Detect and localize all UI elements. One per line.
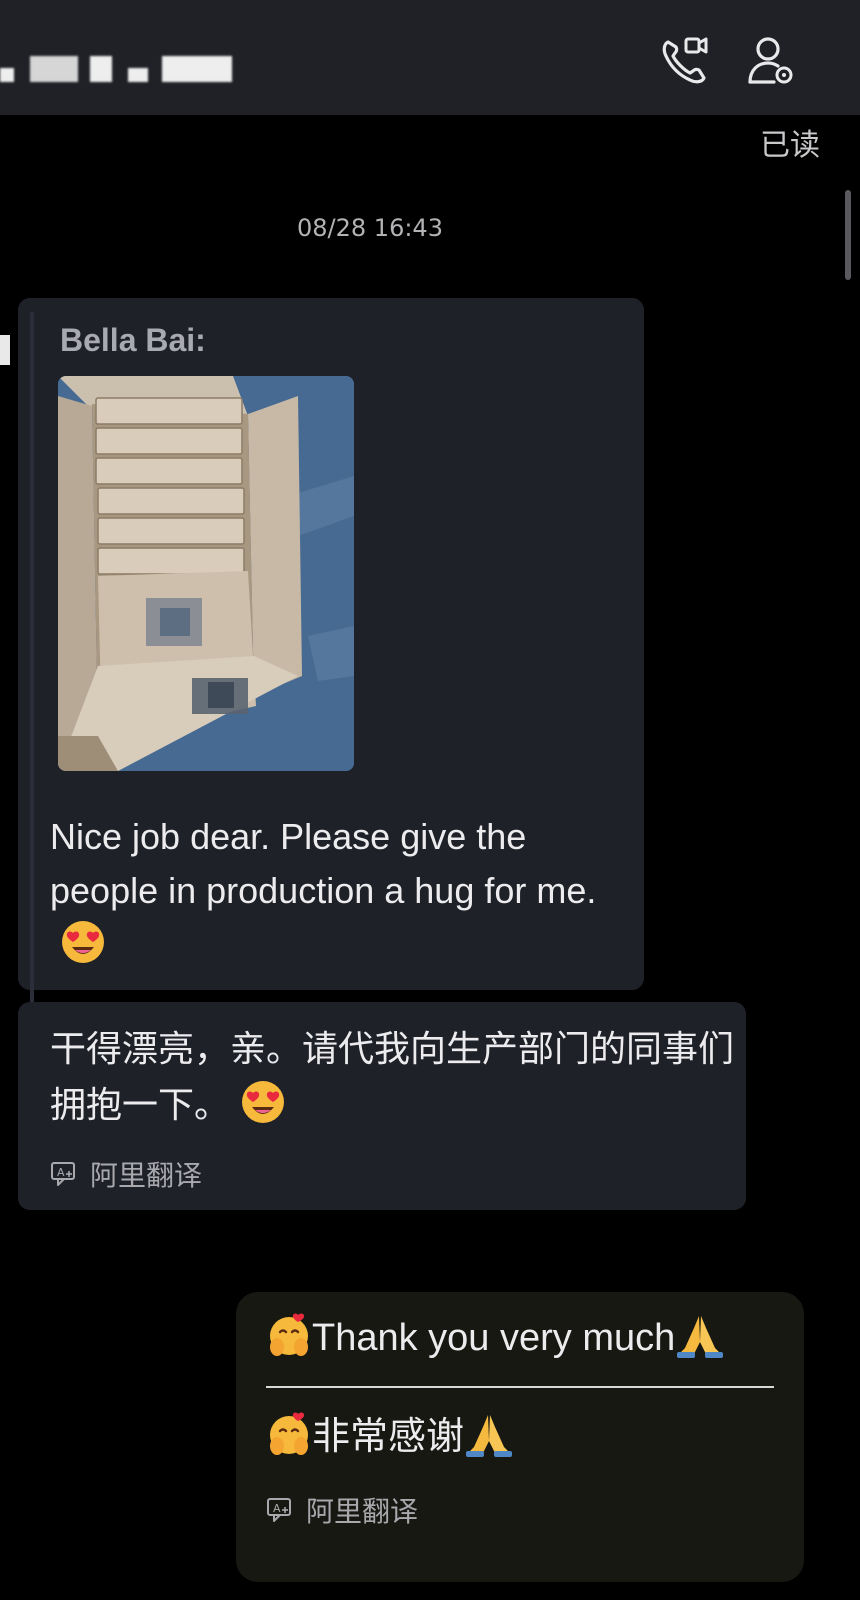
folded-hands-emoji-icon — [464, 1411, 513, 1457]
message-photo[interactable] — [58, 376, 354, 771]
svg-text:A: A — [273, 1502, 281, 1515]
scrollbar[interactable] — [845, 190, 851, 280]
translation-provider-label: 阿里翻译 — [90, 1159, 203, 1192]
sender-name: Bella Bai: — [60, 322, 206, 358]
incoming-message-bubble[interactable]: Bella Bai: Nice job dear. Please give th… — [18, 298, 644, 1072]
translation-provider-tag[interactable]: A 阿里翻译 — [266, 1490, 418, 1530]
translation-provider-tag[interactable]: A 阿里翻译 — [50, 1154, 202, 1194]
outgoing-translation-text: 非常感谢 — [266, 1408, 513, 1464]
contact-settings-icon[interactable] — [744, 34, 798, 88]
hugging-face-emoji-icon — [266, 1411, 312, 1457]
hugging-face-emoji-icon — [266, 1312, 312, 1358]
quote-bar — [30, 312, 34, 1072]
heart-eyes-emoji-icon — [240, 1079, 286, 1125]
message-timestamp: 08/28 16:43 — [297, 214, 443, 242]
contact-name-blurred[interactable] — [0, 50, 232, 88]
translation-provider-label: 阿里翻译 — [306, 1495, 419, 1528]
video-call-icon[interactable] — [658, 34, 712, 88]
outgoing-message-body: Thank you very much — [312, 1317, 676, 1359]
translation-bubble[interactable]: 干得漂亮，亲。请代我向生产部门的同事们拥抱一下。 A 阿里翻译 — [18, 1002, 746, 1210]
translate-icon: A — [51, 1162, 75, 1186]
outgoing-translation-body: 非常感谢 — [312, 1414, 465, 1458]
folded-hands-emoji-icon — [675, 1312, 724, 1358]
incoming-message-body: Nice job dear. Please give the people in… — [50, 816, 597, 911]
translation-body: 干得漂亮，亲。请代我向生产部门的同事们拥抱一下。 — [50, 1029, 735, 1126]
translate-icon: A — [267, 1498, 291, 1522]
read-status: 已读 — [760, 128, 820, 163]
chat-header — [0, 0, 860, 115]
heart-eyes-emoji-icon — [60, 919, 106, 965]
translation-text: 干得漂亮，亲。请代我向生产部门的同事们拥抱一下。 — [50, 1022, 740, 1134]
outgoing-message-text: Thank you very much — [266, 1310, 724, 1366]
message-divider — [266, 1386, 774, 1388]
outgoing-message-bubble[interactable]: Thank you very much 非常感谢 A 阿里翻译 — [236, 1292, 804, 1582]
svg-text:A: A — [57, 1166, 65, 1179]
blurred-avatar-edge — [0, 335, 10, 365]
incoming-message-text: Nice job dear. Please give the people in… — [50, 810, 630, 972]
